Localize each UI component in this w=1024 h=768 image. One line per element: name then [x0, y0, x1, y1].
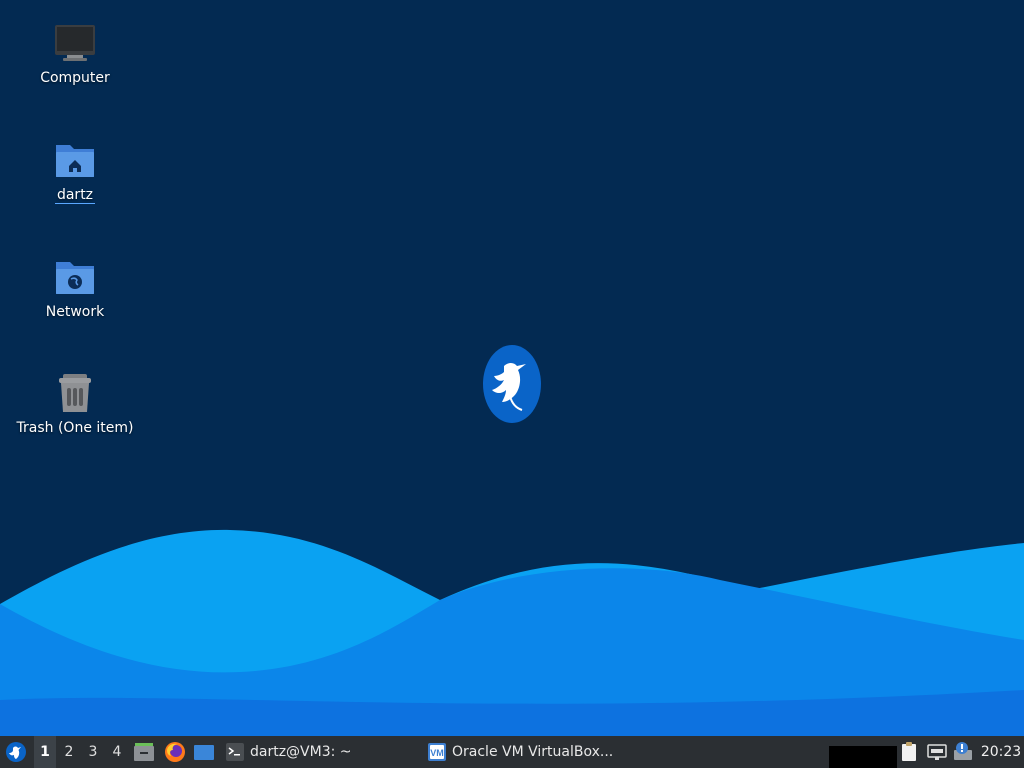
- workspace-label: 3: [88, 744, 98, 760]
- workspace-3[interactable]: 3: [82, 736, 104, 768]
- network-folder-icon: [56, 262, 94, 294]
- svg-text:VM: VM: [430, 748, 444, 758]
- firefox-launcher[interactable]: [162, 736, 188, 768]
- desktop-icon-label: dartz: [54, 187, 96, 204]
- update-notifier-icon: [954, 742, 972, 760]
- desktop-icon-home-folder[interactable]: dartz: [10, 139, 140, 204]
- redacted-area: [829, 746, 897, 768]
- clock[interactable]: 20:23: [978, 736, 1024, 768]
- file-manager-launcher[interactable]: [131, 736, 157, 768]
- task-label: dartz@VM3: ~: [250, 744, 352, 760]
- file-manager-icon: [134, 743, 154, 761]
- desktop[interactable]: Computer dartz Network Trash (One item): [0, 0, 1024, 736]
- virtualbox-icon: VM: [428, 743, 446, 761]
- firefox-icon: [165, 742, 185, 762]
- home-folder-icon: [56, 145, 94, 177]
- workspace-label: 2: [64, 744, 74, 760]
- show-desktop-icon: [194, 745, 214, 760]
- task-terminal[interactable]: dartz@VM3: ~: [222, 736, 360, 768]
- desktop-icon-computer[interactable]: Computer: [10, 22, 140, 86]
- trash-icon: [59, 374, 91, 412]
- show-desktop-launcher[interactable]: [191, 736, 217, 768]
- workspace-2[interactable]: 2: [58, 736, 80, 768]
- task-label: Oracle VM VirtualBox...: [452, 744, 614, 760]
- lubuntu-bird-logo: [483, 345, 541, 423]
- workspace-4[interactable]: 4: [106, 736, 128, 768]
- desktop-icon-label: Trash (One item): [16, 420, 134, 436]
- lubuntu-menu-icon: [6, 742, 26, 762]
- update-notifier-tray[interactable]: [952, 736, 974, 768]
- desktop-icon-label: Network: [45, 304, 105, 320]
- workspace-label: 4: [112, 744, 122, 760]
- clipboard-tray[interactable]: [898, 736, 920, 768]
- clipboard-icon: [902, 742, 916, 761]
- computer-icon: [55, 25, 95, 61]
- desktop-icon-network[interactable]: Network: [10, 256, 140, 320]
- desktop-icon-label: Computer: [40, 70, 110, 86]
- workspace-1[interactable]: 1: [34, 736, 56, 768]
- network-wired-icon: [927, 744, 947, 760]
- terminal-icon: [226, 743, 244, 761]
- network-tray[interactable]: [926, 736, 948, 768]
- desktop-icon-trash[interactable]: Trash (One item): [10, 372, 140, 436]
- clock-time: 20:23: [980, 744, 1022, 760]
- task-virtualbox[interactable]: VM Oracle VM VirtualBox...: [424, 736, 621, 768]
- main-menu-button[interactable]: [4, 736, 28, 768]
- workspace-label: 1: [40, 744, 50, 760]
